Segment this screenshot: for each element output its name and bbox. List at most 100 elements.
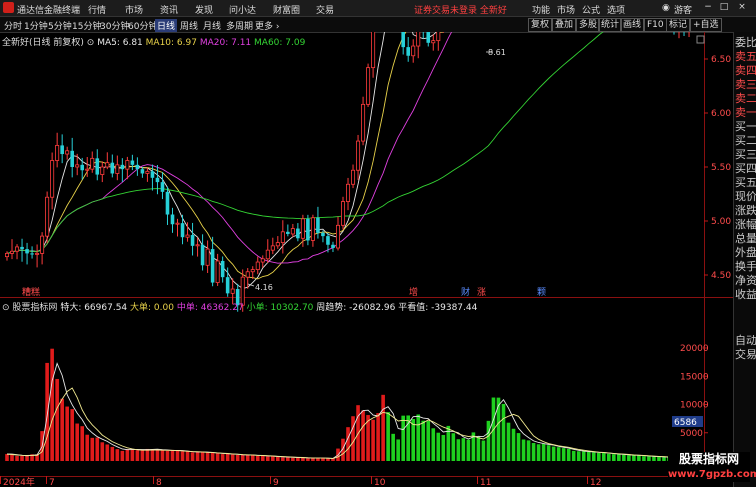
indicator-bar xyxy=(20,455,24,461)
candle-body xyxy=(296,228,300,239)
indicator-value: 特大: 66967.54 xyxy=(60,303,128,313)
candle-body xyxy=(200,244,205,266)
candle-body xyxy=(15,246,20,252)
candle-body xyxy=(316,217,320,233)
ma5-label: MA5: 6.81 xyxy=(97,38,143,48)
indicator-bar xyxy=(416,414,421,461)
period-tab[interactable]: 30分钟 xyxy=(100,19,129,32)
period-tab[interactable]: 15分钟 xyxy=(72,19,101,32)
event-marker[interactable]: 财 xyxy=(461,286,470,298)
candle-body xyxy=(366,67,371,105)
event-marker[interactable]: 涨 xyxy=(477,287,486,298)
event-marker[interactable]: 增 xyxy=(409,286,418,298)
candle-body xyxy=(65,150,70,155)
period-tab[interactable]: 5分钟 xyxy=(48,19,72,32)
candle-body xyxy=(436,32,441,42)
indicator-bar xyxy=(306,458,310,461)
indicator-bar xyxy=(215,453,220,461)
period-tab[interactable]: 60分钟 xyxy=(128,19,157,32)
indicator-bar xyxy=(386,412,390,461)
stats-button[interactable]: 统计 xyxy=(598,18,623,32)
chart-area[interactable]: 4.505.005.506.006.507.007.508.008.50 050… xyxy=(0,32,733,487)
candle-body xyxy=(160,182,165,192)
indicator-bar xyxy=(110,446,115,461)
auto-trade-button[interactable]: 自动 xyxy=(735,334,756,348)
period-tab[interactable]: 分时 xyxy=(4,19,22,32)
period-tab-active[interactable]: 日线 xyxy=(155,19,178,32)
indicator-bar xyxy=(361,410,365,461)
maximize-icon[interactable]: □ xyxy=(718,2,730,13)
user-icon[interactable]: ◉ xyxy=(662,3,670,13)
candle-body xyxy=(110,162,115,174)
top-formula[interactable]: 公式 xyxy=(582,3,600,16)
indicator-bar xyxy=(281,457,285,461)
indicator-bar xyxy=(566,448,571,461)
candle-body xyxy=(170,214,175,225)
period-toolbar: 分时 1分钟 5分钟 15分钟 30分钟 60分钟 日线 周线 月线 多周期 更… xyxy=(0,17,756,33)
indicator-bar xyxy=(431,428,436,461)
add-watchlist-button[interactable]: +自选 xyxy=(690,18,722,32)
event-marker[interactable]: 颗 xyxy=(537,287,546,298)
sidebar-field: 买四 xyxy=(735,162,756,175)
menu-item-markets[interactable]: 市场 xyxy=(125,3,143,16)
period-tab-more[interactable]: 更多 › xyxy=(255,19,279,32)
menu-item-ask[interactable]: 问小达 xyxy=(229,3,256,16)
cursor-value-label: 6586 xyxy=(674,418,697,428)
auto-trade-button[interactable]: 交易 xyxy=(735,348,756,362)
candle-body xyxy=(20,246,24,250)
price-tick-label: 5.00 xyxy=(711,217,731,227)
indicator-bar xyxy=(165,450,170,461)
chart-title: 全新好(日线 前复权) xyxy=(2,38,84,48)
indicator-bar xyxy=(481,440,486,461)
menu-item-discover[interactable]: 发现 xyxy=(195,3,213,16)
draw-button[interactable]: 画线 xyxy=(620,18,645,32)
top-market[interactable]: 市场 xyxy=(557,3,575,16)
candle-body xyxy=(155,177,160,183)
period-tab[interactable]: 1分钟 xyxy=(24,19,48,32)
candle-body xyxy=(50,160,55,198)
indicator-bar xyxy=(296,457,300,461)
top-function[interactable]: 功能 xyxy=(532,3,550,16)
menu-item-wealth[interactable]: 财富圈 xyxy=(273,3,300,16)
indicator-bar xyxy=(326,458,330,461)
login-alert[interactable]: 证券交易未登录 全新好 xyxy=(414,3,507,16)
event-marker[interactable]: 糟糕 xyxy=(22,286,40,298)
period-tab[interactable]: 多周期 xyxy=(226,19,253,32)
menu-item-news[interactable]: 资讯 xyxy=(160,3,178,16)
legend-dot-icon: ⊙ xyxy=(86,38,95,48)
indicator-name[interactable]: 股票指标网 xyxy=(12,303,57,313)
indicator-value: 中单: 46362.27 xyxy=(176,303,244,313)
indicator-bar xyxy=(351,416,355,461)
multi-stock-button[interactable]: 多股 xyxy=(576,18,601,32)
candle-body xyxy=(90,157,95,170)
indicator-bar xyxy=(521,439,526,461)
candle-body xyxy=(260,258,265,263)
indicator-bar xyxy=(180,451,185,461)
top-options[interactable]: 选项 xyxy=(607,3,625,16)
indicator-bar xyxy=(75,423,80,461)
guest-label[interactable]: 游客 xyxy=(674,3,692,16)
high-price-annotation: 8.61 xyxy=(488,48,506,57)
overlay-button[interactable]: 叠加 xyxy=(552,18,577,32)
minimize-icon[interactable]: − xyxy=(702,2,714,13)
indicator-bar xyxy=(286,456,290,461)
x-tick-label: 9 xyxy=(273,478,279,487)
indicator-bar xyxy=(255,455,260,461)
close-icon[interactable]: × xyxy=(736,2,748,13)
chart-settings-icon[interactable] xyxy=(696,35,705,44)
indicator-bar xyxy=(411,418,416,461)
f10-button[interactable]: F10 xyxy=(644,18,667,32)
candle-body xyxy=(351,169,356,185)
indicator-bar xyxy=(601,452,606,461)
indicator-bar xyxy=(100,442,105,461)
indicator-bar xyxy=(436,432,441,461)
menu-item-trade[interactable]: 交易 xyxy=(316,3,334,16)
period-tab[interactable]: 周线 xyxy=(180,19,198,32)
mark-button[interactable]: 标记 xyxy=(666,18,691,32)
indicator-bar xyxy=(170,449,175,461)
indicator-bar xyxy=(125,449,130,461)
menu-item-market[interactable]: 行情 xyxy=(88,3,106,16)
period-tab[interactable]: 月线 xyxy=(203,19,221,32)
adjust-button[interactable]: 复权 xyxy=(528,18,553,32)
candle-body xyxy=(195,244,200,247)
